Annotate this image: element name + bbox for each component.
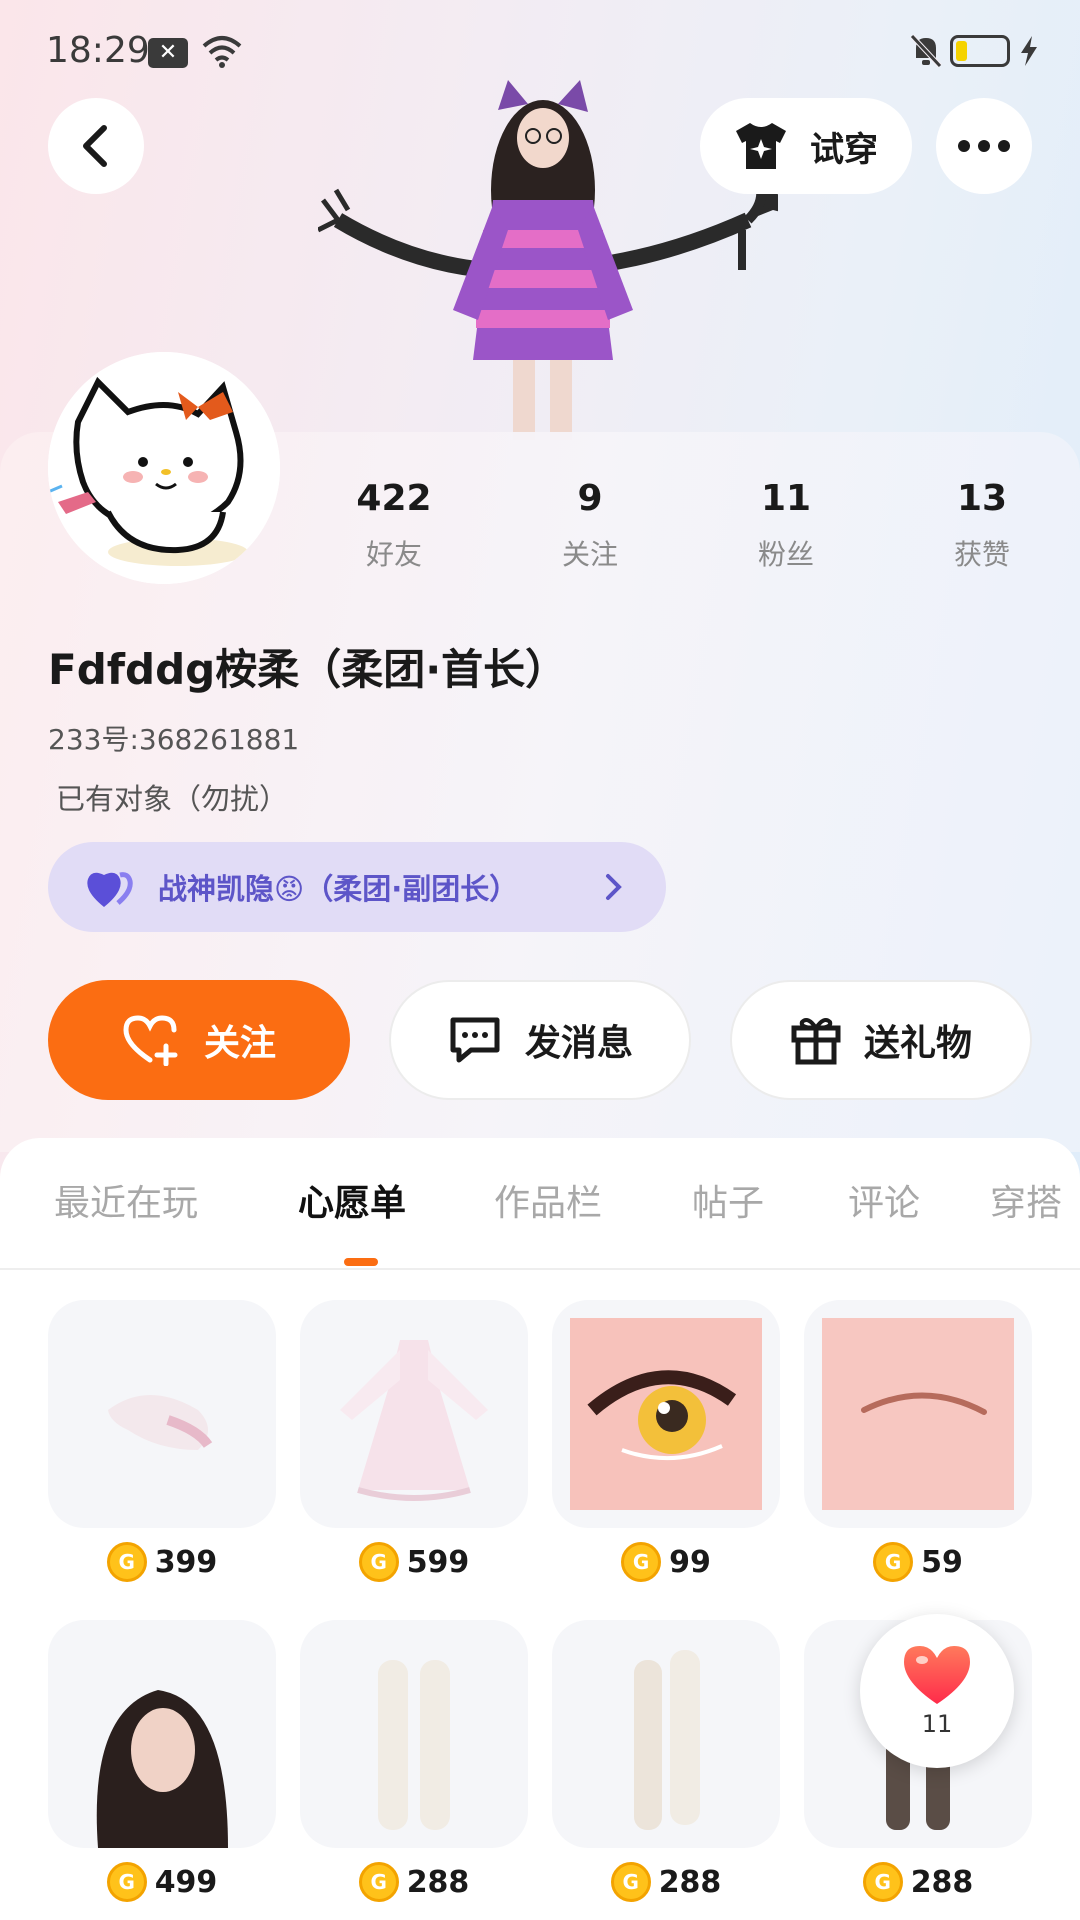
price-tag: G 288 (804, 1860, 1032, 1904)
stat-following[interactable]: 9 关注 (492, 478, 688, 588)
gift-icon (791, 1018, 841, 1065)
double-heart-icon (87, 872, 133, 907)
stockings-item-image (634, 1650, 700, 1830)
tshirt-icon (736, 123, 786, 169)
notification-icon: ✕ (148, 38, 188, 68)
back-button[interactable] (48, 98, 144, 194)
price-tag: G 599 (300, 1540, 528, 1584)
user-avatar[interactable] (48, 352, 280, 584)
wishlist-item-eyes[interactable] (552, 1300, 780, 1528)
wishlist-item-brow[interactable] (804, 1300, 1032, 1528)
stat-label: 关注 (561, 538, 618, 571)
try-on-button[interactable]: 试穿 (700, 98, 912, 194)
tab-works[interactable]: 作品栏 (494, 1174, 602, 1226)
more-dot (978, 140, 990, 152)
partner-link[interactable]: 战神凯隐😡（柔团·副团长） (48, 842, 666, 932)
tail-item-image (108, 1395, 213, 1450)
stat-fans[interactable]: 11 粉丝 (688, 478, 884, 588)
user-nickname: Fdfddg桉柔（柔团·首长） (48, 645, 568, 694)
price-value: 599 (406, 1544, 470, 1580)
coin-icon: G (610, 1862, 651, 1902)
wifi-icon (202, 36, 242, 68)
stat-friends[interactable]: 422 好友 (296, 478, 492, 588)
dress-item-image (340, 1340, 488, 1501)
wishlist-item-hair[interactable] (48, 1620, 276, 1848)
wishlist-item-dress[interactable] (300, 1300, 528, 1528)
price-tag: G 59 (804, 1540, 1032, 1584)
battery-icon (950, 35, 1010, 67)
eye-item-image (570, 1318, 762, 1510)
stat-likes[interactable]: 13 获赞 (884, 478, 1080, 588)
price-value: 59 (921, 1544, 963, 1580)
price-tag: G 99 (552, 1540, 780, 1584)
chevron-right-icon (606, 874, 622, 900)
profile-stats: 422 好友 9 关注 11 粉丝 13 获赞 (296, 478, 1080, 588)
coin-icon: G (358, 1542, 399, 1582)
stockings-item-image (378, 1660, 450, 1830)
coin-icon: G (873, 1542, 914, 1582)
coin-icon: G (358, 1862, 399, 1902)
tab-recently-played[interactable]: 最近在玩 (54, 1174, 198, 1226)
profile-screen: 18:29 ✕ 试穿 422 好友 9 关注 11 粉丝 13 获赞 Fdfdd… (0, 0, 1080, 1920)
chevron-left-icon (83, 125, 107, 167)
like-button[interactable]: 11 (860, 1614, 1014, 1768)
price-tag: G 288 (552, 1860, 780, 1904)
coin-icon: G (106, 1542, 147, 1582)
profile-tabs: 最近在玩 心愿单 作品栏 帖子 评论 穿搭 (0, 1138, 1080, 1270)
tab-comments[interactable]: 评论 (848, 1174, 920, 1226)
stat-value: 9 (577, 478, 603, 519)
status-time: 18:29 (46, 30, 150, 71)
follow-button[interactable]: 关注 (48, 980, 350, 1100)
wishlist-item-stockings[interactable] (300, 1620, 528, 1848)
stat-label: 获赞 (953, 538, 1010, 571)
more-dot (998, 140, 1010, 152)
price-value: 288 (910, 1864, 974, 1900)
hair-item-image (96, 1690, 228, 1848)
price-tag: G 288 (300, 1860, 528, 1904)
stat-value: 13 (956, 478, 1008, 519)
active-tab-indicator (344, 1258, 378, 1266)
price-value: 499 (154, 1864, 218, 1900)
avatar-cat-illustration (48, 352, 280, 584)
user-id[interactable]: 233号:368261881 (48, 718, 299, 758)
like-count: 11 (921, 1710, 953, 1738)
price-value: 288 (406, 1864, 470, 1900)
price-tag: G 499 (48, 1860, 276, 1904)
profile-actions: 关注 发消息 送礼物 (48, 980, 1032, 1100)
gift-label: 送礼物 (863, 1023, 972, 1064)
coin-icon: G (106, 1862, 147, 1902)
price-value: 99 (669, 1544, 711, 1580)
stat-label: 好友 (365, 538, 422, 571)
charging-icon (1021, 36, 1037, 66)
chat-bubble-icon (450, 1017, 500, 1063)
price-value: 399 (154, 1544, 218, 1580)
partner-label: 战神凯隐😡（柔团·副团长） (158, 872, 519, 906)
user-bio: 已有对象（勿扰） (56, 782, 289, 816)
price-tag: G 399 (48, 1540, 276, 1584)
tab-wishlist[interactable]: 心愿单 (298, 1174, 406, 1226)
stat-value: 11 (760, 478, 812, 519)
wishlist-item-tail[interactable] (48, 1300, 276, 1528)
follow-label: 关注 (203, 1023, 276, 1064)
stat-value: 422 (356, 478, 432, 519)
send-gift-button[interactable]: 送礼物 (730, 980, 1032, 1100)
heart-plus-icon (123, 1015, 178, 1066)
mute-bell-icon (910, 34, 942, 68)
message-label: 发消息 (524, 1023, 633, 1064)
tab-outfits[interactable]: 穿搭 (990, 1174, 1062, 1226)
tab-posts[interactable]: 帖子 (692, 1174, 764, 1226)
try-on-label: 试穿 (810, 129, 878, 170)
coin-icon: G (621, 1542, 662, 1582)
stat-label: 粉丝 (757, 538, 814, 571)
more-dot (958, 140, 970, 152)
wishlist-item-stockings-alt[interactable] (552, 1620, 780, 1848)
heart-icon (904, 1646, 970, 1704)
coin-icon: G (862, 1862, 903, 1902)
more-options-button[interactable] (936, 98, 1032, 194)
price-value: 288 (658, 1864, 722, 1900)
brow-item-image (822, 1318, 1014, 1510)
message-button[interactable]: 发消息 (389, 980, 691, 1100)
